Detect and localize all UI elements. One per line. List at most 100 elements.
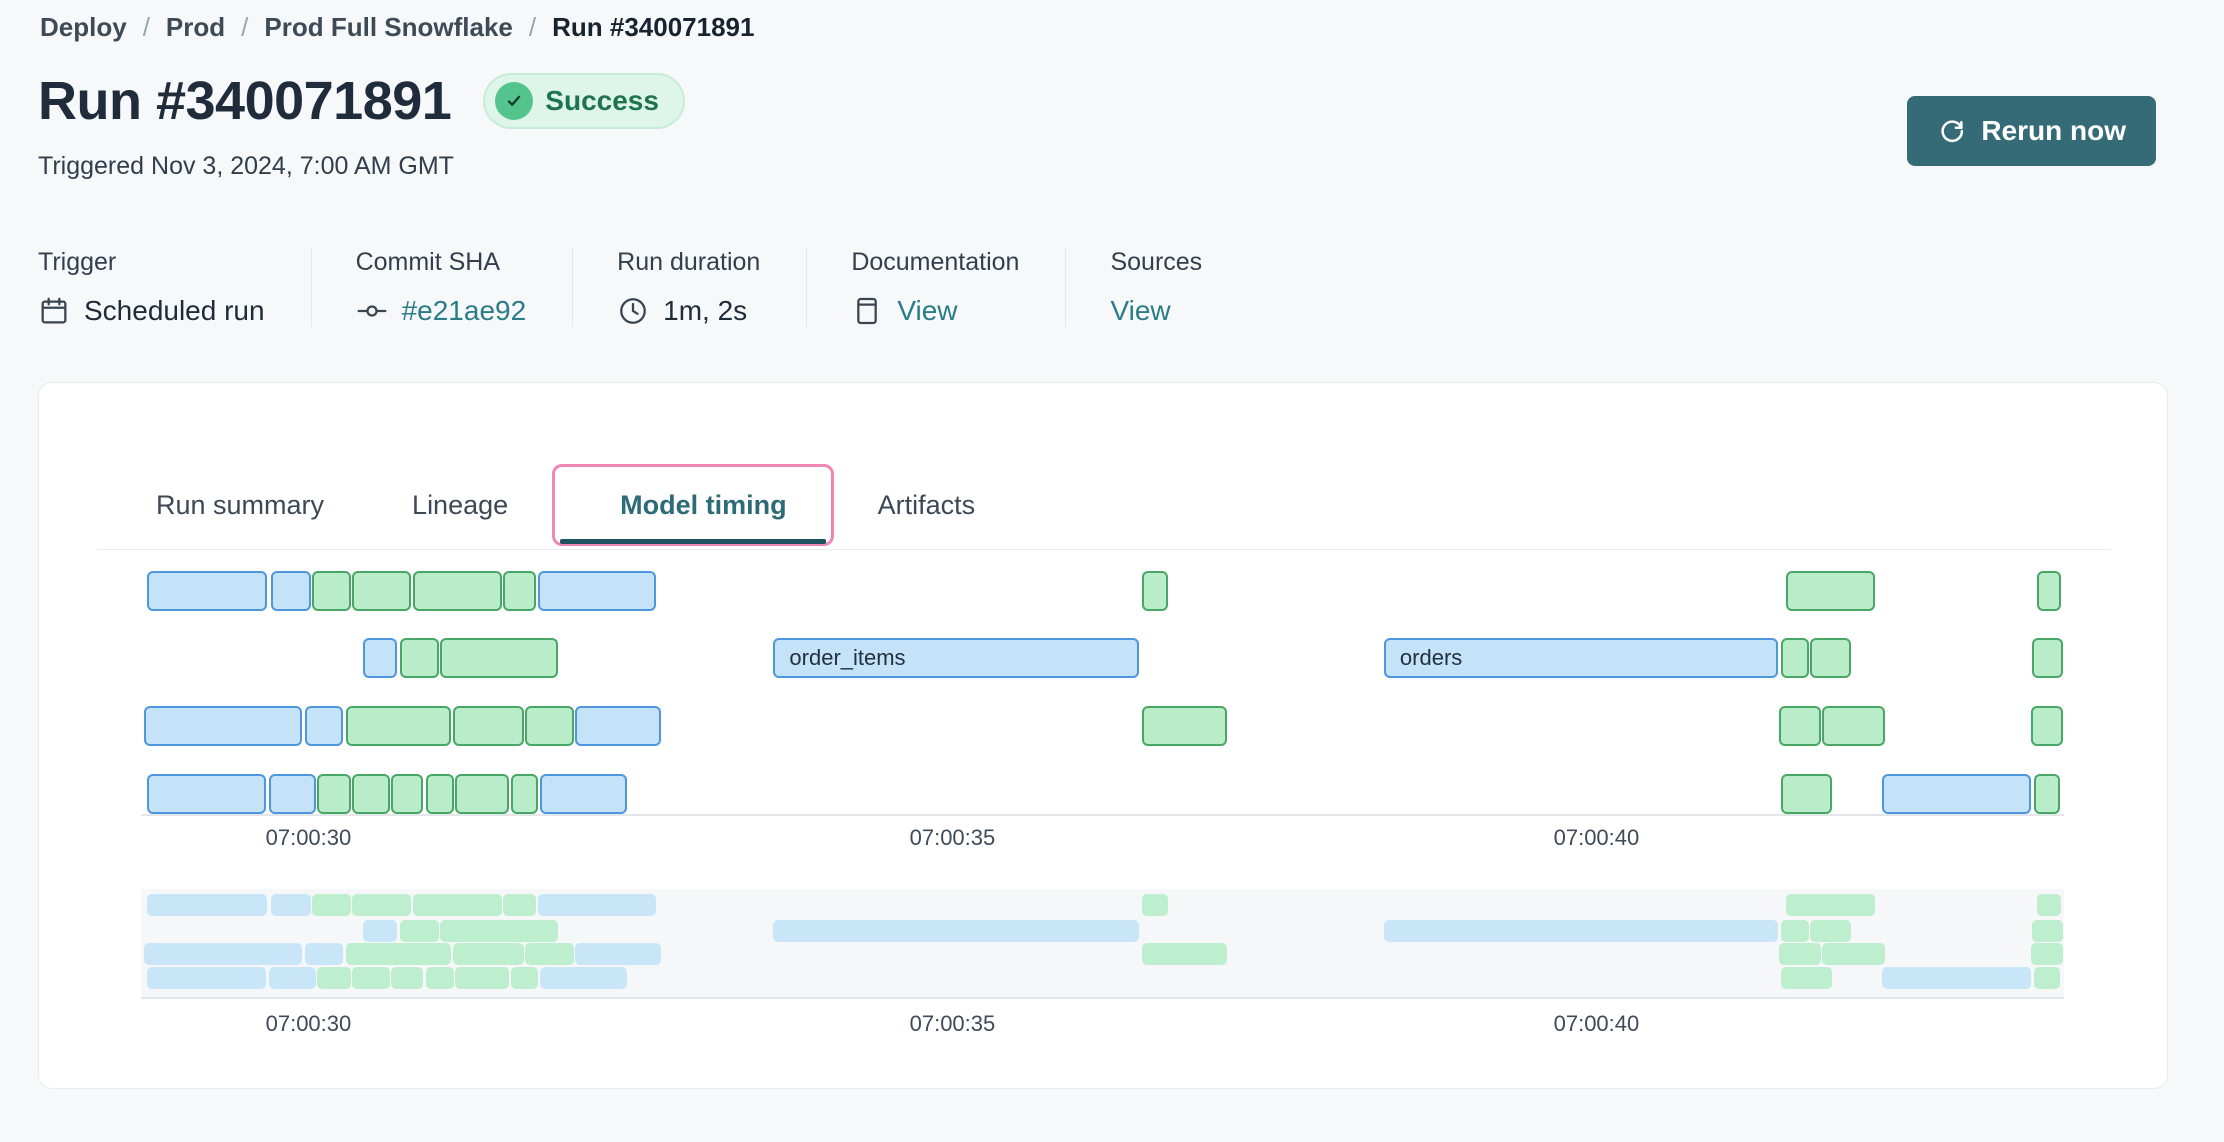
timing-bar[interactable] xyxy=(440,638,558,678)
timing-bar[interactable] xyxy=(453,706,524,746)
timing-bar[interactable] xyxy=(271,571,311,611)
timing-bar[interactable] xyxy=(269,774,317,814)
timing-bar[interactable] xyxy=(2034,774,2060,814)
timing-bar[interactable] xyxy=(1142,894,1168,916)
timing-bar[interactable] xyxy=(455,774,509,814)
timing-bar-order_items[interactable] xyxy=(773,920,1139,942)
timing-bar[interactable] xyxy=(538,894,656,916)
timing-bar-label: orders xyxy=(1386,640,1776,675)
timing-bar[interactable] xyxy=(511,774,538,814)
timing-bar[interactable] xyxy=(455,967,509,989)
timing-bar[interactable] xyxy=(317,774,350,814)
timing-bar[interactable] xyxy=(1781,638,1809,678)
timing-bar[interactable] xyxy=(1142,943,1227,965)
timing-bar[interactable] xyxy=(2031,706,2063,746)
breadcrumb-prod[interactable]: Prod xyxy=(166,12,225,43)
breadcrumb-separator: / xyxy=(241,12,248,43)
timing-bar[interactable] xyxy=(1786,894,1875,916)
timing-bar[interactable] xyxy=(144,706,302,746)
timing-bar[interactable] xyxy=(2031,943,2063,965)
timing-bar[interactable] xyxy=(1781,967,1833,989)
timing-bar-order_items[interactable]: order_items xyxy=(773,638,1139,678)
timing-bar[interactable] xyxy=(575,943,661,965)
timing-bar[interactable] xyxy=(426,967,454,989)
timing-bar[interactable] xyxy=(503,571,536,611)
timing-bar[interactable] xyxy=(352,967,389,989)
timing-bar[interactable] xyxy=(525,706,574,746)
timing-bar[interactable] xyxy=(575,706,661,746)
timing-bar[interactable] xyxy=(540,967,626,989)
timing-bar[interactable] xyxy=(1882,967,2030,989)
rerun-now-button[interactable]: Rerun now xyxy=(1907,96,2156,166)
timing-bar-orders[interactable] xyxy=(1384,920,1778,942)
timing-bar[interactable] xyxy=(1882,774,2030,814)
sources-view-link[interactable]: View xyxy=(1110,295,1170,327)
timing-bar[interactable] xyxy=(1822,706,1885,746)
tab-model-timing[interactable]: Model timing xyxy=(620,490,786,521)
timing-bar[interactable] xyxy=(2034,967,2060,989)
meta-value: Scheduled run xyxy=(84,295,265,327)
timing-bar[interactable] xyxy=(346,706,452,746)
x-axis-line xyxy=(141,997,2064,999)
timing-bar[interactable] xyxy=(511,967,538,989)
timing-bar[interactable] xyxy=(1779,943,1820,965)
timing-bar[interactable] xyxy=(426,774,454,814)
timing-bar[interactable] xyxy=(2037,894,2061,916)
timing-bar[interactable] xyxy=(1142,706,1227,746)
breadcrumb-job[interactable]: Prod Full Snowflake xyxy=(264,12,512,43)
timing-bar[interactable] xyxy=(1786,571,1875,611)
timing-bar[interactable] xyxy=(352,774,389,814)
timing-bar[interactable] xyxy=(503,894,536,916)
timing-bar[interactable] xyxy=(305,943,344,965)
timing-bar[interactable] xyxy=(1781,774,1833,814)
timing-bar[interactable] xyxy=(1810,920,1851,942)
timing-bar[interactable] xyxy=(453,943,524,965)
timing-bar[interactable] xyxy=(2032,920,2063,942)
timing-bar[interactable] xyxy=(147,774,265,814)
timing-bar[interactable] xyxy=(317,967,350,989)
clock-icon xyxy=(617,295,649,327)
tab-artifacts[interactable]: Artifacts xyxy=(878,490,976,521)
timing-bar-orders[interactable]: orders xyxy=(1384,638,1778,678)
timing-bar[interactable] xyxy=(352,894,411,916)
timing-bar[interactable] xyxy=(525,943,574,965)
timing-bar[interactable] xyxy=(147,894,267,916)
timing-bar[interactable] xyxy=(400,920,439,942)
timing-bar[interactable] xyxy=(269,967,317,989)
timing-bar[interactable] xyxy=(2032,638,2063,678)
timing-bar[interactable] xyxy=(2037,571,2061,611)
timing-bar[interactable] xyxy=(1781,920,1809,942)
success-check-icon xyxy=(495,82,533,120)
timing-bar[interactable] xyxy=(413,894,502,916)
tab-lineage[interactable]: Lineage xyxy=(412,490,508,521)
timing-bar[interactable] xyxy=(391,967,423,989)
timing-bar[interactable] xyxy=(144,943,302,965)
tab-run-summary[interactable]: Run summary xyxy=(156,490,324,521)
timing-bar[interactable] xyxy=(1779,706,1820,746)
timing-bar[interactable] xyxy=(1822,943,1885,965)
triggered-timestamp: Triggered Nov 3, 2024, 7:00 AM GMT xyxy=(38,152,454,181)
documentation-view-link[interactable]: View xyxy=(897,295,957,327)
timing-bar[interactable] xyxy=(305,706,344,746)
calendar-icon xyxy=(38,295,70,327)
timing-bar[interactable] xyxy=(147,571,267,611)
timing-bar[interactable] xyxy=(413,571,502,611)
timing-bar[interactable] xyxy=(1142,571,1168,611)
timing-bar[interactable] xyxy=(363,638,398,678)
timing-bar[interactable] xyxy=(440,920,558,942)
timing-bar[interactable] xyxy=(400,638,439,678)
timing-bar[interactable] xyxy=(391,774,423,814)
timing-bar[interactable] xyxy=(312,894,351,916)
timing-bar[interactable] xyxy=(346,943,452,965)
timing-bar[interactable] xyxy=(540,774,626,814)
timing-bar[interactable] xyxy=(312,571,351,611)
timing-bar[interactable] xyxy=(352,571,411,611)
timing-bar[interactable] xyxy=(1810,638,1851,678)
timing-bar[interactable] xyxy=(147,967,265,989)
commit-sha-link[interactable]: #e21ae92 xyxy=(402,295,527,327)
timing-bar[interactable] xyxy=(538,571,656,611)
breadcrumb-deploy[interactable]: Deploy xyxy=(40,12,127,43)
timing-bar[interactable] xyxy=(363,920,398,942)
timing-bar[interactable] xyxy=(271,894,311,916)
axis-tick-label: 07:00:30 xyxy=(266,1011,352,1037)
